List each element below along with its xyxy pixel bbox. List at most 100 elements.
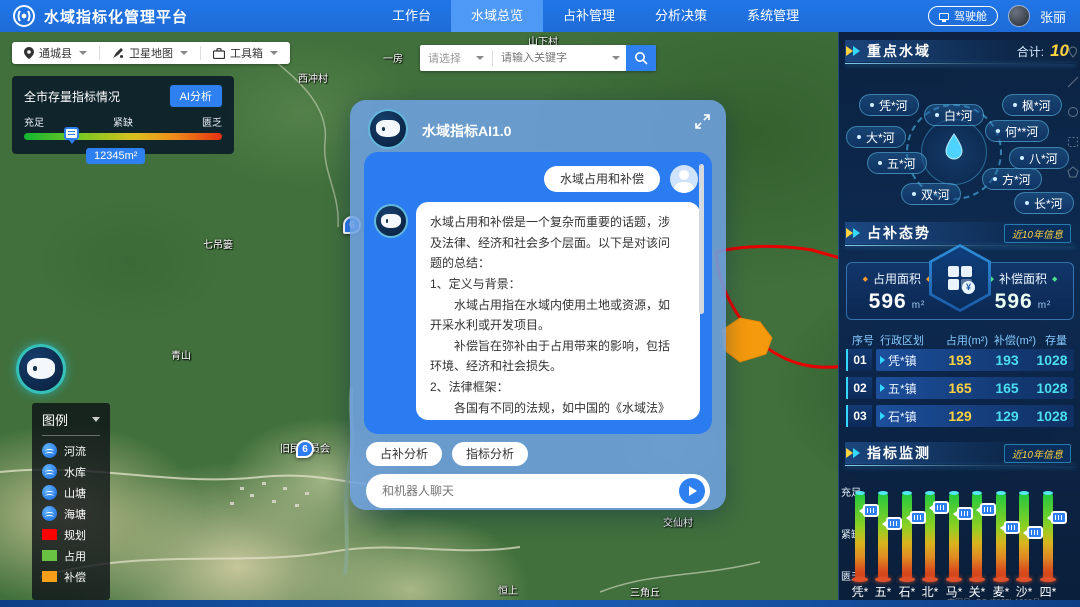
- monitor-bar[interactable]: [949, 493, 959, 579]
- legend-item-reservoir[interactable]: 水库: [42, 461, 100, 482]
- river-tag[interactable]: 白*河: [924, 104, 984, 126]
- stat-label: 占用面积: [873, 270, 921, 287]
- bar-marker[interactable]: [863, 504, 879, 517]
- send-button[interactable]: [679, 478, 705, 504]
- stock-gradient-bar[interactable]: [24, 133, 222, 140]
- search-keyword-input[interactable]: [493, 52, 610, 64]
- decade-info-badge[interactable]: 近10年信息: [1004, 224, 1071, 243]
- toolbox-label: 工具箱: [230, 45, 263, 61]
- row-district: 五*镇: [888, 380, 917, 397]
- legend-item-seawall[interactable]: 海塘: [42, 503, 100, 524]
- polygon-tool-icon[interactable]: [1067, 166, 1079, 178]
- stat-value: 596: [995, 290, 1033, 313]
- table-row[interactable]: 01 凭*镇 193 193 1028: [846, 349, 1074, 371]
- stat-unit: m²: [912, 300, 926, 311]
- bar-marker[interactable]: [933, 501, 949, 514]
- row-compensated: 129: [984, 408, 1030, 424]
- decade-info-badge[interactable]: 近10年信息: [1004, 444, 1071, 463]
- legend-item-planning[interactable]: 规划: [42, 524, 100, 545]
- toolbox-icon: [213, 48, 225, 59]
- assistant-fab[interactable]: [16, 344, 66, 394]
- river-tag[interactable]: 凭*河: [859, 94, 919, 116]
- location-pin-icon: [24, 47, 34, 59]
- legend-item-pond[interactable]: 山塘: [42, 482, 100, 503]
- river-tag[interactable]: 双*河: [901, 183, 961, 205]
- bar-marker[interactable]: [1027, 526, 1043, 539]
- monitor-bar[interactable]: [878, 493, 888, 579]
- chat-title: 水域指标AI1.0: [422, 121, 511, 141]
- nav-tab-analysis-decision[interactable]: 分析决策: [635, 0, 727, 32]
- bar-marker[interactable]: [1004, 521, 1020, 534]
- bar-marker[interactable]: [886, 517, 902, 530]
- circle-tool-icon[interactable]: [1067, 106, 1079, 118]
- table-row[interactable]: 02 五*镇 165 165 1028: [846, 377, 1074, 399]
- user-avatar[interactable]: [1008, 5, 1030, 27]
- scale-label-scarce: 紧缺: [113, 114, 133, 129]
- nav-tab-balance-management[interactable]: 占补管理: [543, 0, 635, 32]
- water-icon: [42, 485, 57, 500]
- nav-tab-water-overview[interactable]: 水域总览: [451, 0, 543, 32]
- user-message-bubble: 水域占用和补偿: [544, 166, 660, 192]
- row-no: 03: [846, 405, 872, 427]
- expand-icon[interactable]: [695, 114, 710, 129]
- river-tag[interactable]: 五*河: [867, 152, 927, 174]
- bar-marker[interactable]: [910, 511, 926, 524]
- quick-action-balance-analysis[interactable]: 占补分析: [366, 442, 442, 466]
- river-tag[interactable]: 大*河: [846, 126, 906, 148]
- monitor-bar[interactable]: [1043, 493, 1053, 579]
- rect-tool-icon[interactable]: [1067, 136, 1079, 148]
- robot-icon: [381, 214, 400, 228]
- toolbox-select[interactable]: 工具箱: [200, 46, 290, 60]
- bar-marker[interactable]: [980, 503, 996, 516]
- line-tool-icon[interactable]: [1067, 76, 1079, 88]
- river-tag[interactable]: 方*河: [982, 168, 1042, 190]
- divider: [42, 435, 100, 436]
- bar-marker[interactable]: [1051, 511, 1067, 524]
- bar-marker[interactable]: [957, 507, 973, 520]
- chat-bot-avatar: [374, 204, 408, 238]
- river-tag[interactable]: 枫*河: [1002, 94, 1062, 116]
- row-compensated: 193: [984, 352, 1030, 368]
- legend-item-occupied[interactable]: 占用: [42, 545, 100, 566]
- color-swatch-green: [42, 550, 57, 561]
- scrollbar-thumb[interactable]: [699, 164, 704, 314]
- monitor-bar[interactable]: [1019, 493, 1029, 579]
- legend-item-label: 规划: [64, 527, 86, 543]
- map-label: 三角丘: [630, 584, 660, 599]
- chevron-down-icon: [270, 51, 278, 55]
- monitor-bar[interactable]: [925, 493, 935, 579]
- map-cluster-marker[interactable]: 6: [296, 440, 314, 458]
- quick-action-indicator-analysis[interactable]: 指标分析: [452, 442, 528, 466]
- collapse-icon[interactable]: [92, 417, 100, 422]
- legend-item-label: 占用: [64, 548, 86, 564]
- search-category-select[interactable]: 请选择: [420, 50, 492, 66]
- legend-item-river[interactable]: 河流: [42, 440, 100, 461]
- cockpit-button[interactable]: 驾驶舱: [928, 6, 998, 26]
- stock-slider-marker[interactable]: [64, 127, 79, 140]
- header-right: 驾驶舱 张丽: [928, 0, 1066, 32]
- total-label: 合计:: [1017, 43, 1044, 60]
- river-tag[interactable]: 何**河: [985, 120, 1049, 142]
- monitor-bar[interactable]: [855, 493, 865, 579]
- monitor-bar[interactable]: [902, 493, 912, 579]
- legend-item-compensation[interactable]: 补偿: [42, 566, 100, 587]
- district-select[interactable]: 通城县: [12, 46, 99, 60]
- table-row[interactable]: 03 石*镇 129 129 1028: [846, 405, 1074, 427]
- map-label: 一房: [383, 50, 403, 65]
- nav-tab-workbench[interactable]: 工作台: [372, 0, 451, 32]
- scale-label-sufficient: 充足: [24, 114, 44, 129]
- river-tag[interactable]: 长*河: [1014, 192, 1074, 214]
- search-button[interactable]: [626, 45, 656, 71]
- monitor-bar[interactable]: [972, 493, 982, 579]
- river-tag[interactable]: 八*河: [1009, 147, 1069, 169]
- nav-tab-system-management[interactable]: 系统管理: [727, 0, 819, 32]
- basemap-select[interactable]: 卫星地图: [99, 46, 200, 60]
- basemap-label: 卫星地图: [129, 45, 173, 61]
- chat-input[interactable]: [366, 484, 679, 498]
- monitor-icon: [939, 13, 949, 20]
- ai-analyze-button[interactable]: AI分析: [170, 85, 222, 107]
- stock-panel-title: 全市存量指标情况: [24, 88, 120, 105]
- quick-actions: 占补分析 指标分析: [366, 442, 528, 466]
- monitor-bar[interactable]: [996, 493, 1006, 579]
- right-sidebar: 重点水域 合计: 10 凭*河 白*河 枫*河 大*河 何**河 八*河 五*河…: [838, 32, 1080, 607]
